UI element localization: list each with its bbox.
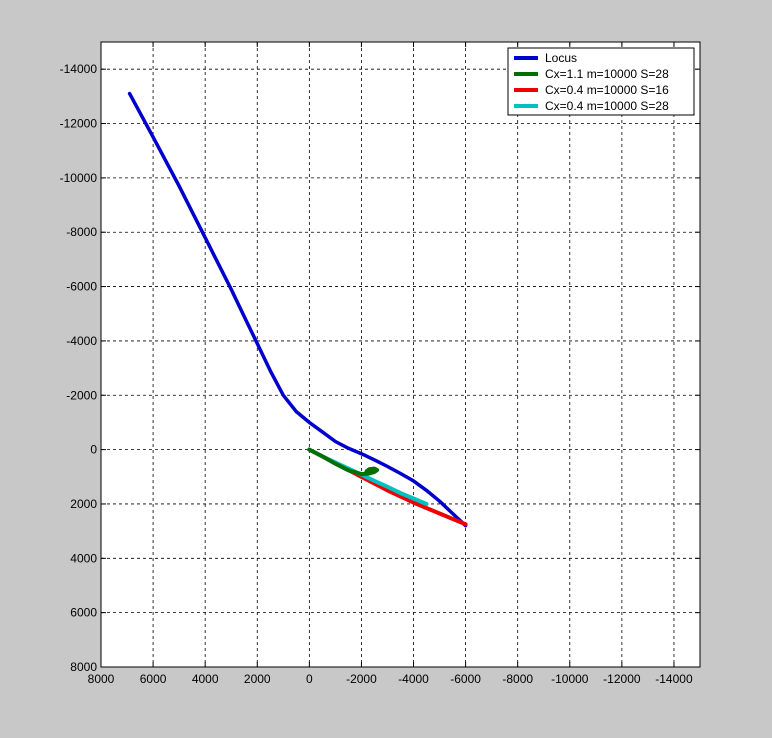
- y-tick-label: -14000: [60, 62, 98, 76]
- y-tick-label: -6000: [66, 280, 97, 294]
- x-tick-label: -12000: [603, 672, 641, 686]
- plot-area: [101, 42, 700, 667]
- x-tick-label: -8000: [502, 672, 533, 686]
- y-tick-label: -12000: [60, 117, 98, 131]
- y-tick-label: 2000: [70, 497, 97, 511]
- x-tick-label: 8000: [88, 672, 115, 686]
- legend-entry-label: Cx=1.1 m=10000 S=28: [545, 67, 669, 81]
- y-tick-label: -4000: [66, 334, 97, 348]
- y-tick-label: -8000: [66, 225, 97, 239]
- y-tick-label: 6000: [70, 606, 97, 620]
- legend-entry-label: Cx=0.4 m=10000 S=28: [545, 99, 669, 113]
- x-tick-label: -10000: [551, 672, 589, 686]
- y-tick-label: -2000: [66, 388, 97, 402]
- y-tick-label: 0: [90, 443, 97, 457]
- x-tick-label: -2000: [346, 672, 377, 686]
- x-tick-label: -6000: [450, 672, 481, 686]
- legend: Locus Cx=1.1 m=10000 S=28 Cx=0.4 m=10000 S…: [507, 47, 695, 116]
- y-tick-label: 4000: [70, 551, 97, 565]
- y-tick-label: -10000: [60, 171, 98, 185]
- x-tick-label: 2000: [244, 672, 271, 686]
- x-tick-label: 6000: [140, 672, 167, 686]
- x-tick-label: 0: [306, 672, 313, 686]
- chart-figure: 8000 6000 4000 2000 0 -2000 -4000 -6000 -8000 -10…: [0, 0, 772, 738]
- x-tick-label: -14000: [655, 672, 693, 686]
- y-tick-label: 8000: [70, 660, 97, 674]
- x-tick-label: 4000: [192, 672, 219, 686]
- legend-entry-label: Locus: [545, 51, 577, 65]
- legend-entry-label: Cx=0.4 m=10000 S=16: [545, 83, 669, 97]
- x-tick-label: -4000: [398, 672, 429, 686]
